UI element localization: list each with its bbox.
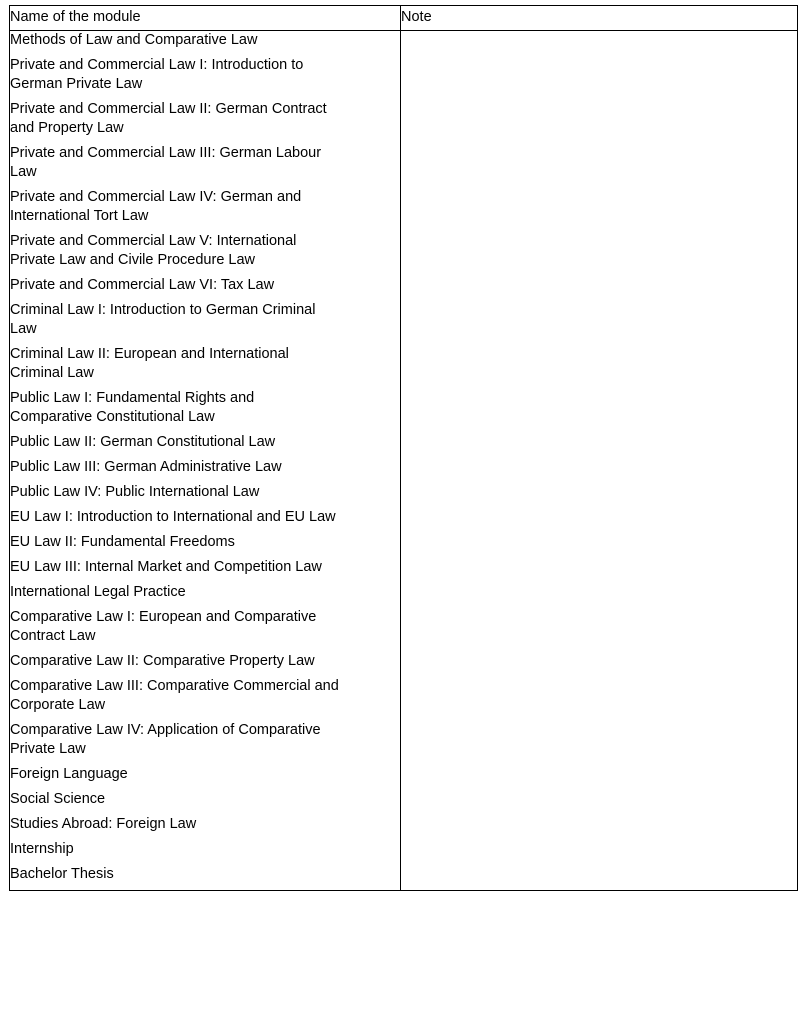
module-note-entry (401, 301, 797, 345)
module-note-entry (401, 608, 797, 652)
table-row: Methods of Law and Comparative Law Privat… (9, 30, 798, 891)
module-name-entry: Private and Commercial Law I: Introducti… (10, 57, 304, 92)
module-note-entry (401, 345, 797, 389)
module-name-entry: Criminal Law I: Introduction to German C… (10, 302, 316, 337)
module-name-entry: EU Law II: Fundamental Freedoms (10, 534, 235, 550)
module-note-entry (401, 865, 797, 890)
module-name-entry: Foreign Language (10, 766, 128, 782)
module-name-entry: Private and Commercial Law V: Internatio… (10, 233, 297, 268)
module-name-entry: Public Law III: German Administrative La… (10, 459, 282, 475)
module-note-entry (401, 533, 797, 558)
module-note-entry (401, 433, 797, 458)
column-header-note: Note (400, 5, 798, 31)
module-note-entry (401, 144, 797, 188)
module-note-entry (401, 558, 797, 583)
module-list-cell: Methods of Law and Comparative Law Privat… (9, 30, 401, 891)
module-note-entry (401, 56, 797, 100)
module-name-entry: EU Law III: Internal Market and Competit… (10, 559, 322, 575)
module-name-entry: Comparative Law III: Comparative Commerc… (10, 678, 339, 713)
module-name-entry: Internship (10, 841, 74, 857)
module-name-entry: Private and Commercial Law II: German Co… (10, 101, 327, 136)
note-list-cell (401, 31, 798, 891)
module-note-entry (401, 721, 797, 765)
module-note-entry (401, 790, 797, 815)
module-table-container: Name of the module Note Methods of Law a… (9, 5, 798, 1005)
module-note-entry (401, 765, 797, 790)
module-name-entry: Comparative Law I: European and Comparat… (10, 609, 317, 644)
module-name-entry: Comparative Law IV: Application of Compa… (10, 722, 321, 757)
module-note-entry (401, 840, 797, 865)
module-note-entry (401, 389, 797, 433)
module-note-entry (401, 458, 797, 483)
module-name-entry: Methods of Law and Comparative Law (10, 32, 258, 48)
module-note-entry (401, 677, 797, 721)
module-name-entry: Private and Commercial Law III: German L… (10, 145, 322, 180)
module-note-entry (401, 483, 797, 508)
module-note-entry (401, 276, 797, 301)
module-name-entry: Social Science (10, 791, 106, 807)
module-note-entry (401, 815, 797, 840)
module-note-entry (401, 100, 797, 144)
module-note-entry (401, 31, 797, 56)
module-name-entry: Bachelor Thesis (10, 866, 114, 882)
module-name-entry: Private and Commercial Law VI: Tax Law (10, 277, 275, 293)
module-name-entry: Studies Abroad: Foreign Law (10, 816, 197, 832)
table-header: Name of the module Note (9, 5, 798, 31)
module-name-entry: Comparative Law II: Comparative Property… (10, 653, 315, 669)
module-note-entry (401, 508, 797, 533)
module-note-entry (401, 232, 797, 276)
module-note-entry (401, 188, 797, 232)
table-body: Methods of Law and Comparative Law Privat… (9, 30, 798, 891)
module-note-entry (401, 652, 797, 677)
note-list (401, 31, 797, 890)
module-name-entry: EU Law I: Introduction to International … (10, 509, 336, 525)
module-note-entry (401, 583, 797, 608)
module-name-entry: International Legal Practice (10, 584, 186, 600)
module-name-entry: Public Law I: Fundamental Rights and Com… (10, 390, 255, 425)
module-name-entry: Criminal Law II: European and Internatio… (10, 346, 289, 381)
module-name-entry: Public Law II: German Constitutional Law (10, 434, 276, 450)
module-table: Name of the module Note Methods of Law a… (9, 5, 798, 891)
module-list: Methods of Law and Comparative Law Privat… (10, 31, 400, 884)
module-name-entry: Public Law IV: Public International Law (10, 484, 260, 500)
module-name-entry: Private and Commercial Law IV: German an… (10, 189, 302, 224)
table-header-row: Name of the module Note (9, 5, 798, 31)
column-header-module: Name of the module (9, 5, 401, 31)
